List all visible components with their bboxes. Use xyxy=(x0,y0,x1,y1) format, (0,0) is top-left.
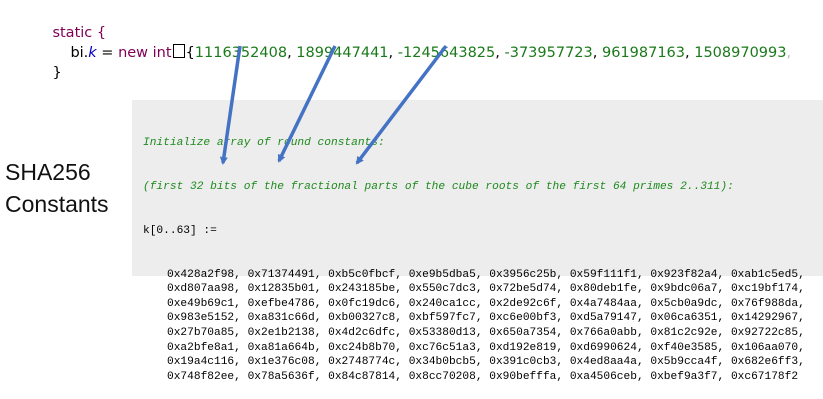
constant-row: 0x27b70a85, 0x2e1b2138, 0x4d2c6dfc, 0x53… xyxy=(167,326,805,339)
arrow-overlay xyxy=(219,44,448,165)
constant-row: 0x748f82ee, 0x78a5636f, 0x84c87814, 0x8c… xyxy=(167,370,799,383)
constant-row: 0x19a4c116, 0x1e376c08, 0x2748774c, 0x34… xyxy=(167,356,805,369)
constant-row: 0xd807aa98, 0x12835b01, 0x243185be, 0x55… xyxy=(167,283,805,296)
arrow-3 xyxy=(355,44,448,165)
constant-row: 0x983e5152, 0xa831c66d, 0xb00327c8, 0xbf… xyxy=(167,312,805,325)
constant-row: 0xa2bfe8a1, 0xa81a664b, 0xc24b8b70, 0xc7… xyxy=(167,341,805,354)
arrow-2 xyxy=(277,45,337,163)
arrow-1 xyxy=(219,45,242,165)
constant-rows: 0x428a2f98, 0x71374491, 0xb5c0fbcf, 0xe9… xyxy=(143,268,818,385)
constant-row: 0xe49b69c1, 0xefbe4786, 0x0fc19dc6, 0x24… xyxy=(167,297,805,310)
